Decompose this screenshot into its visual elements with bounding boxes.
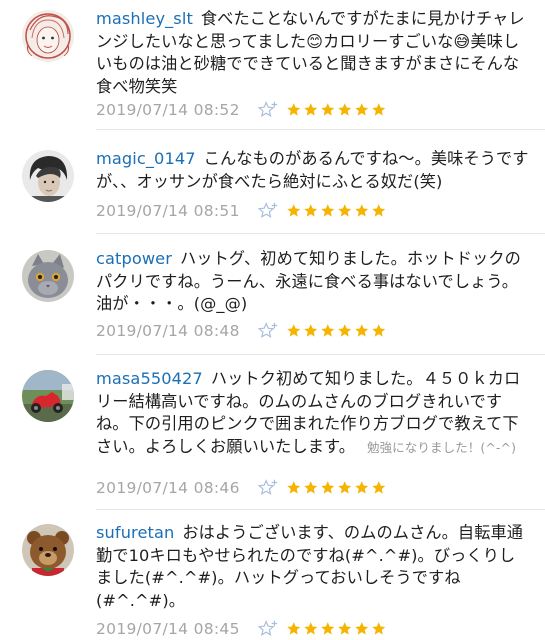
star-rating (286, 203, 387, 219)
star-outline-plus-icon (257, 202, 278, 218)
divider (96, 129, 545, 130)
comment-meta: 2019/07/14 08:52 (96, 98, 387, 122)
avatar-catpower[interactable] (22, 250, 74, 302)
comment-date: 2019/07/14 08:46 (96, 479, 240, 497)
star-icon (355, 481, 369, 494)
comment-date: 2019/07/14 08:45 (96, 620, 240, 638)
star-icon (372, 622, 386, 635)
star-outline-plus-icon (257, 101, 278, 117)
star-icon (355, 204, 369, 217)
star-icon (321, 481, 335, 494)
add-star-icon[interactable] (256, 617, 280, 640)
star-icon (321, 103, 335, 116)
comment-date: 2019/07/14 08:51 (96, 202, 240, 220)
comment-body: catpower ハットグ、初めて知りました。ホットドックのパクリですね。うーん、… (96, 248, 531, 316)
star-icon (338, 204, 352, 217)
star-icon (372, 103, 386, 116)
star-icon (287, 324, 301, 337)
avatar-masa550427[interactable] (22, 370, 74, 422)
star-icon (304, 622, 318, 635)
star-icon (304, 103, 318, 116)
star-icon (355, 622, 369, 635)
comment-meta: 2019/07/14 08:46 (96, 476, 387, 500)
star-outline-plus-icon (257, 322, 278, 338)
divider (96, 354, 545, 355)
comment-note: 勉強になりました！(^-^) (366, 439, 517, 455)
avatar-mashley-slt[interactable] (22, 10, 74, 62)
star-outline-plus-icon (257, 479, 278, 495)
star-rating (286, 323, 387, 339)
star-icon (321, 324, 335, 337)
comment-date: 2019/07/14 08:48 (96, 322, 240, 340)
star-icon (287, 204, 301, 217)
star-icon (287, 481, 301, 494)
add-star-icon[interactable] (256, 476, 280, 500)
star-rating (286, 102, 387, 118)
add-star-icon[interactable] (256, 199, 280, 223)
comment-body: magic_0147 こんなものがあるんですね〜。美味そうですが、、オッサンが食べ… (96, 148, 531, 193)
star-rating (286, 621, 387, 637)
comment-username[interactable]: mashley_slt (96, 9, 193, 28)
comment-body: masa550427 ハットク初めて知りました。４５０ｋカロリー結構高いですね。の… (96, 368, 531, 459)
star-icon (338, 324, 352, 337)
comment-body: mashley_slt 食べたことないんですがたまに見かけチャレンジしたいなと思っ… (96, 8, 531, 98)
star-outline-plus-icon (257, 620, 278, 636)
star-icon (355, 103, 369, 116)
comment-username[interactable]: sufuretan (96, 523, 174, 542)
star-icon (338, 103, 352, 116)
star-icon (372, 481, 386, 494)
star-icon (287, 622, 301, 635)
add-star-icon[interactable] (256, 98, 280, 122)
star-icon (355, 324, 369, 337)
star-rating (286, 480, 387, 496)
star-icon (304, 324, 318, 337)
comment-username[interactable]: masa550427 (96, 369, 203, 388)
comment-list: mashley_slt 食べたことないんですがたまに見かけチャレンジしたいなと思っ… (0, 0, 545, 640)
comment-meta: 2019/07/14 08:45 (96, 617, 387, 640)
star-icon (338, 481, 352, 494)
star-icon (372, 204, 386, 217)
star-icon (321, 204, 335, 217)
avatar-magic-0147[interactable] (22, 150, 74, 202)
star-icon (304, 204, 318, 217)
avatar-sufuretan[interactable] (22, 524, 74, 576)
star-icon (338, 622, 352, 635)
star-icon (321, 622, 335, 635)
divider (96, 509, 545, 510)
comment-username[interactable]: magic_0147 (96, 149, 196, 168)
star-icon (372, 324, 386, 337)
comment-body: sufuretan おはようございます、のムのムさん。自転車通勤で10キロもやせら… (96, 522, 531, 612)
comment-meta: 2019/07/14 08:48 (96, 319, 387, 343)
star-icon (304, 481, 318, 494)
divider (96, 233, 545, 234)
comment-meta: 2019/07/14 08:51 (96, 199, 387, 223)
star-icon (287, 103, 301, 116)
comment-date: 2019/07/14 08:52 (96, 101, 240, 119)
comment-username[interactable]: catpower (96, 249, 172, 268)
add-star-icon[interactable] (256, 319, 280, 343)
